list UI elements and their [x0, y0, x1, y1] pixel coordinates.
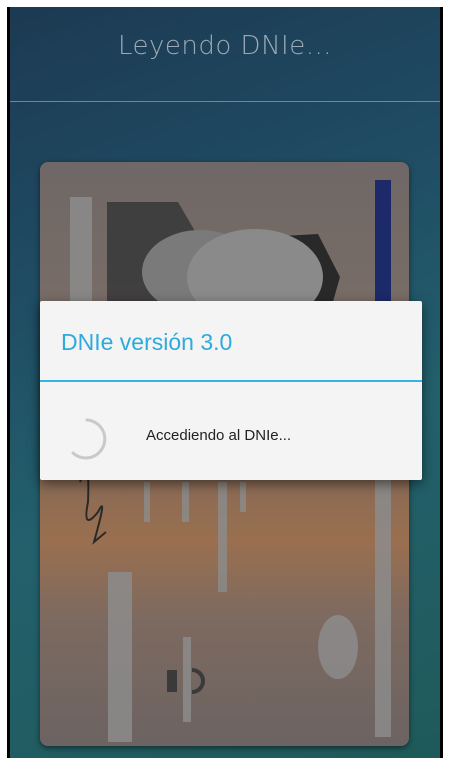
dialog-message: Accediendo al DNIe...: [146, 427, 292, 444]
progress-dialog: DNIe versión 3.0 Accediendo al DNIe...: [40, 301, 422, 480]
page-title: Leyendo DNIe...: [118, 31, 332, 61]
dialog-title: DNIe versión 3.0: [61, 329, 233, 355]
dialog-divider: [40, 380, 422, 382]
header-divider: [7, 101, 443, 102]
header: Leyendo DNIe...: [7, 7, 443, 102]
spinner-icon: [71, 418, 107, 460]
app-screen: Leyendo DNIe... DNIe versión 3.0 Accedie…: [7, 7, 443, 758]
